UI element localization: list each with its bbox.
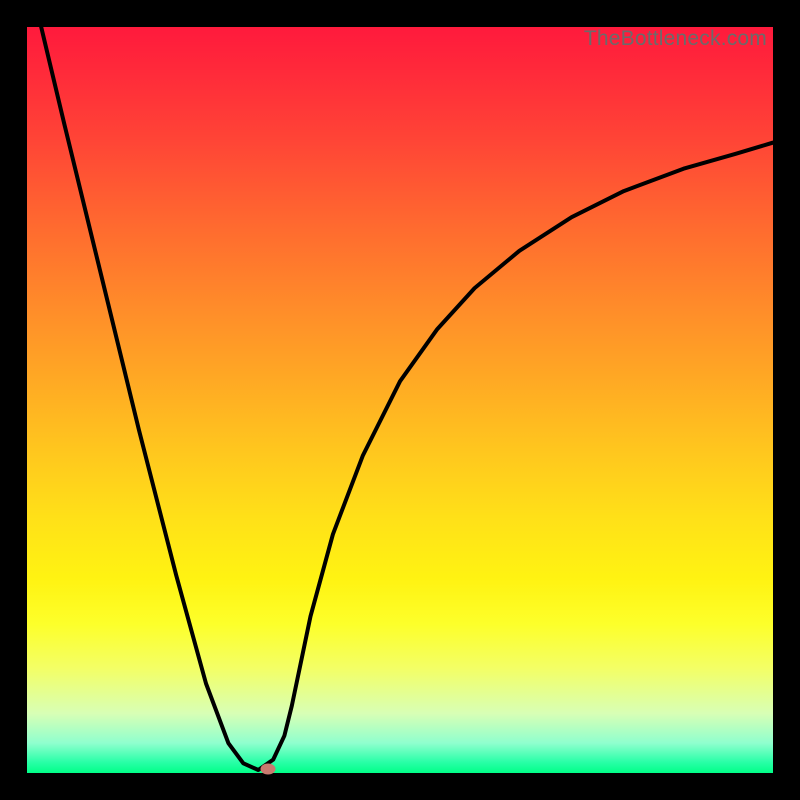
plot-area: TheBottleneck.com — [27, 27, 773, 773]
bottleneck-curve — [41, 27, 773, 770]
chart-frame: TheBottleneck.com — [0, 0, 800, 800]
minimum-marker — [260, 763, 275, 774]
curve-svg — [27, 27, 773, 773]
